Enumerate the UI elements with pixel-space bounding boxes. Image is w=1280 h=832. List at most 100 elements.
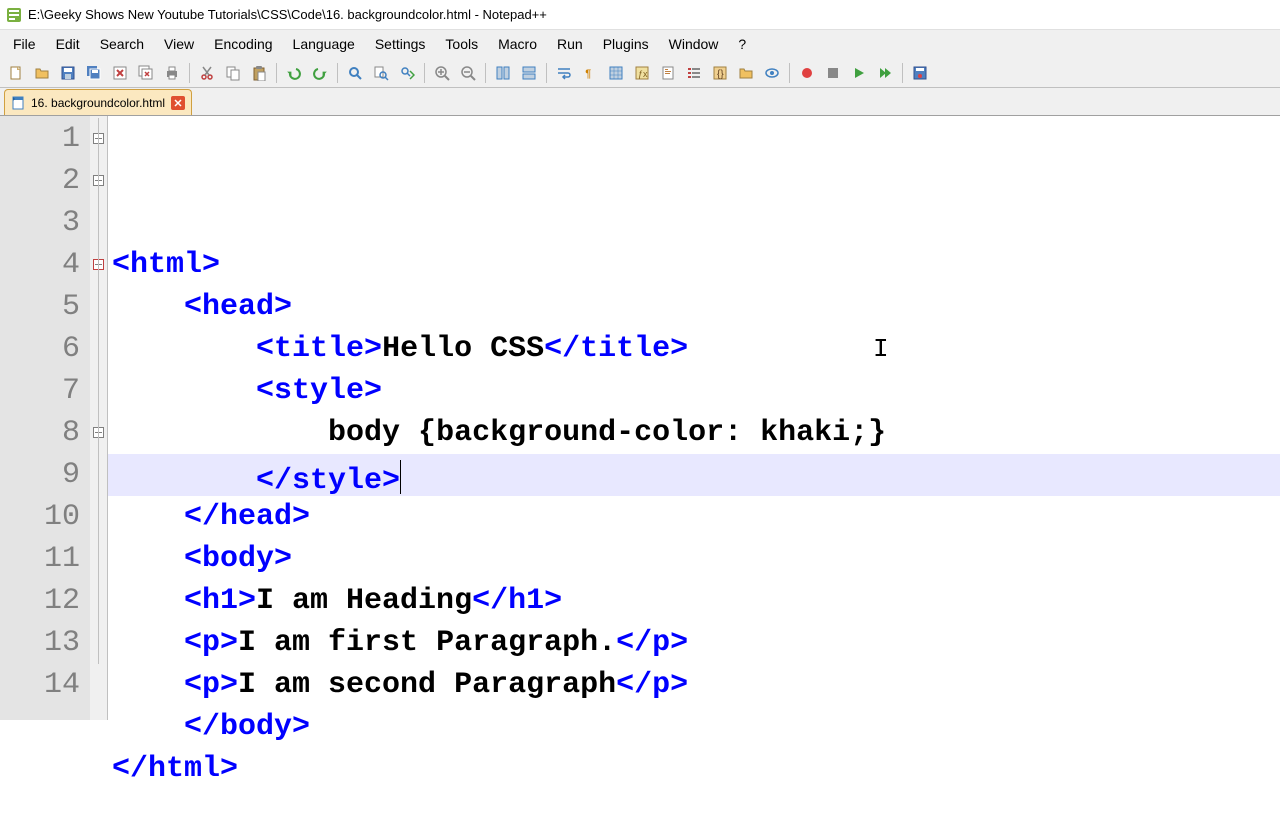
undo-button[interactable]: [282, 61, 306, 85]
code-line[interactable]: </head>: [108, 496, 1280, 538]
toolbar-separator: [276, 63, 277, 83]
menu-tools[interactable]: Tools: [436, 32, 487, 56]
app-icon: [6, 7, 22, 23]
code-line[interactable]: <p>I am second Paragraph</p>: [108, 664, 1280, 706]
menu-view[interactable]: View: [155, 32, 203, 56]
toolbar-separator: [789, 63, 790, 83]
menu-help[interactable]: ?: [729, 32, 755, 56]
save-button[interactable]: [56, 61, 80, 85]
line-number: 13: [0, 622, 80, 664]
open-button[interactable]: [30, 61, 54, 85]
copy-button[interactable]: [221, 61, 245, 85]
redo-button[interactable]: [308, 61, 332, 85]
line-number: 14: [0, 664, 80, 706]
svg-text:{}: {}: [717, 69, 724, 80]
new-button[interactable]: [4, 61, 28, 85]
line-number: 1: [0, 118, 80, 160]
svg-text:¶: ¶: [585, 69, 592, 81]
editor-area[interactable]: 1234567891011121314 I <html> <head> <tit…: [0, 116, 1280, 720]
menu-language[interactable]: Language: [284, 32, 364, 56]
doc-list-button[interactable]: [682, 61, 706, 85]
cut-button[interactable]: [195, 61, 219, 85]
toolbar-separator: [424, 63, 425, 83]
find-button[interactable]: [343, 61, 367, 85]
toolbar-separator: [902, 63, 903, 83]
text-cursor-marker: I: [873, 328, 889, 370]
menu-encoding[interactable]: Encoding: [205, 32, 281, 56]
line-number-gutter: 1234567891011121314: [0, 116, 90, 720]
zoom-out-button[interactable]: [456, 61, 480, 85]
line-number: 3: [0, 202, 80, 244]
toolbar-separator: [546, 63, 547, 83]
close-all-button[interactable]: [134, 61, 158, 85]
line-number: 7: [0, 370, 80, 412]
menu-macro[interactable]: Macro: [489, 32, 546, 56]
paste-button[interactable]: [247, 61, 271, 85]
menu-search[interactable]: Search: [91, 32, 153, 56]
code-line[interactable]: <title>Hello CSS</title>: [108, 328, 1280, 370]
folder-button[interactable]: [734, 61, 758, 85]
play-button[interactable]: [847, 61, 871, 85]
svg-text:ƒx: ƒx: [638, 69, 648, 79]
code-line[interactable]: body {background-color: khaki;}: [108, 412, 1280, 454]
find-next-button[interactable]: [395, 61, 419, 85]
toolbar-separator: [485, 63, 486, 83]
func-list-button[interactable]: {}: [708, 61, 732, 85]
tab-bar: 16. backgroundcolor.html: [0, 88, 1280, 116]
line-number: 6: [0, 328, 80, 370]
print-button[interactable]: [160, 61, 184, 85]
code-line[interactable]: </body>: [108, 706, 1280, 748]
code-line[interactable]: <html>: [108, 244, 1280, 286]
menu-settings[interactable]: Settings: [366, 32, 435, 56]
indent-guide-button[interactable]: [604, 61, 628, 85]
line-number: 5: [0, 286, 80, 328]
close-button[interactable]: [108, 61, 132, 85]
fold-margin[interactable]: [90, 116, 108, 720]
tab-close-button[interactable]: [171, 96, 185, 110]
title-bar: E:\Geeky Shows New Youtube Tutorials\CSS…: [0, 0, 1280, 30]
menu-bar: File Edit Search View Encoding Language …: [0, 30, 1280, 58]
code-line[interactable]: <style>: [108, 370, 1280, 412]
sync-v-button[interactable]: [491, 61, 515, 85]
line-number: 11: [0, 538, 80, 580]
wordwrap-button[interactable]: [552, 61, 576, 85]
line-number: 4: [0, 244, 80, 286]
menu-plugins[interactable]: Plugins: [594, 32, 658, 56]
code-line[interactable]: <head>: [108, 286, 1280, 328]
toolbar-separator: [189, 63, 190, 83]
find-files-button[interactable]: [369, 61, 393, 85]
monitor-button[interactable]: [760, 61, 784, 85]
show-all-button[interactable]: ¶: [578, 61, 602, 85]
window-title: E:\Geeky Shows New Youtube Tutorials\CSS…: [28, 7, 547, 22]
menu-window[interactable]: Window: [660, 32, 728, 56]
code-line[interactable]: <h1>I am Heading</h1>: [108, 580, 1280, 622]
code-line[interactable]: </html>: [108, 748, 1280, 790]
sync-h-button[interactable]: [517, 61, 541, 85]
play-multi-button[interactable]: [873, 61, 897, 85]
stop-button[interactable]: [821, 61, 845, 85]
line-number: 9: [0, 454, 80, 496]
line-number: 8: [0, 412, 80, 454]
code-content[interactable]: I <html> <head> <title>Hello CSS</title>…: [108, 116, 1280, 720]
line-number: 10: [0, 496, 80, 538]
macro-save-button[interactable]: [908, 61, 932, 85]
zoom-in-button[interactable]: [430, 61, 454, 85]
code-line[interactable]: </style>: [108, 454, 1280, 496]
code-line[interactable]: <body>: [108, 538, 1280, 580]
code-line[interactable]: <p>I am first Paragraph.</p>: [108, 622, 1280, 664]
code-line[interactable]: [108, 790, 1280, 832]
doc-map-button[interactable]: [656, 61, 680, 85]
lang-button[interactable]: ƒx: [630, 61, 654, 85]
menu-edit[interactable]: Edit: [47, 32, 89, 56]
line-number: 2: [0, 160, 80, 202]
menu-file[interactable]: File: [4, 32, 45, 56]
toolbar: ¶ ƒx {}: [0, 58, 1280, 88]
save-all-button[interactable]: [82, 61, 106, 85]
tab-label: 16. backgroundcolor.html: [31, 96, 165, 110]
file-tab[interactable]: 16. backgroundcolor.html: [4, 89, 192, 115]
menu-run[interactable]: Run: [548, 32, 592, 56]
file-icon: [11, 96, 25, 110]
line-number: 12: [0, 580, 80, 622]
toolbar-separator: [337, 63, 338, 83]
record-button[interactable]: [795, 61, 819, 85]
